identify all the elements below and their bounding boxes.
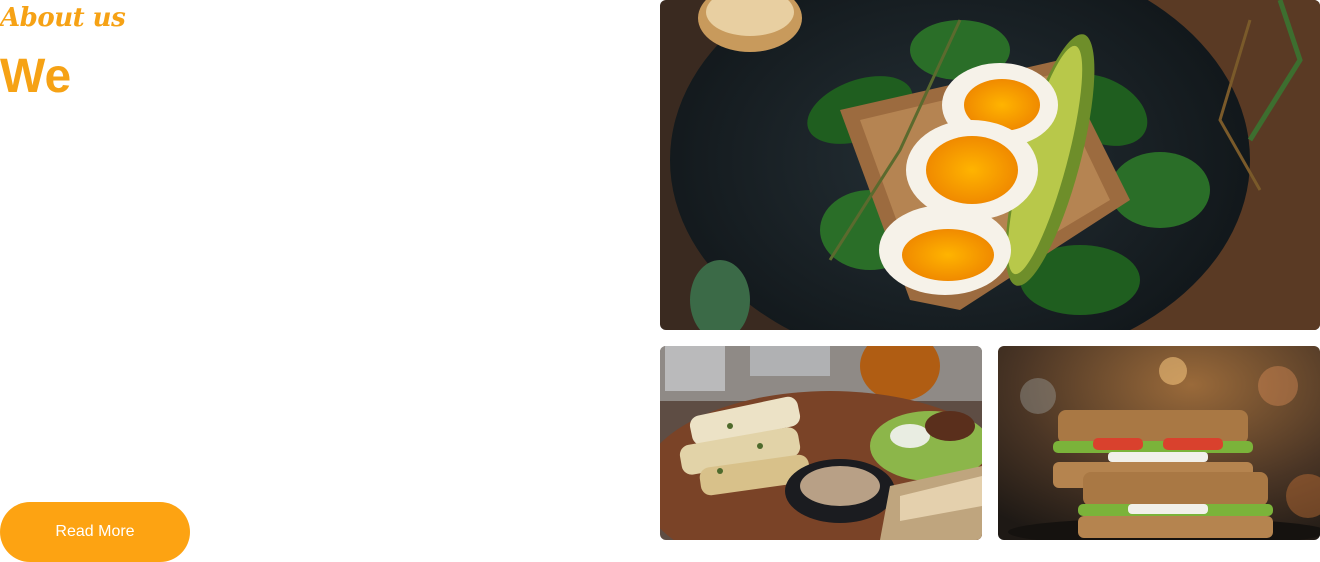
grilled-platter-photo [660, 346, 982, 540]
section-headline: We [0, 50, 72, 103]
about-section: About us We Read More [0, 0, 640, 562]
read-more-button[interactable]: Read More [0, 502, 190, 562]
section-eyebrow: About us [0, 3, 126, 33]
read-more-label: Read More [55, 523, 135, 540]
sandwich-stack-photo [998, 346, 1320, 540]
egg-avocado-toast-photo [660, 0, 1320, 330]
